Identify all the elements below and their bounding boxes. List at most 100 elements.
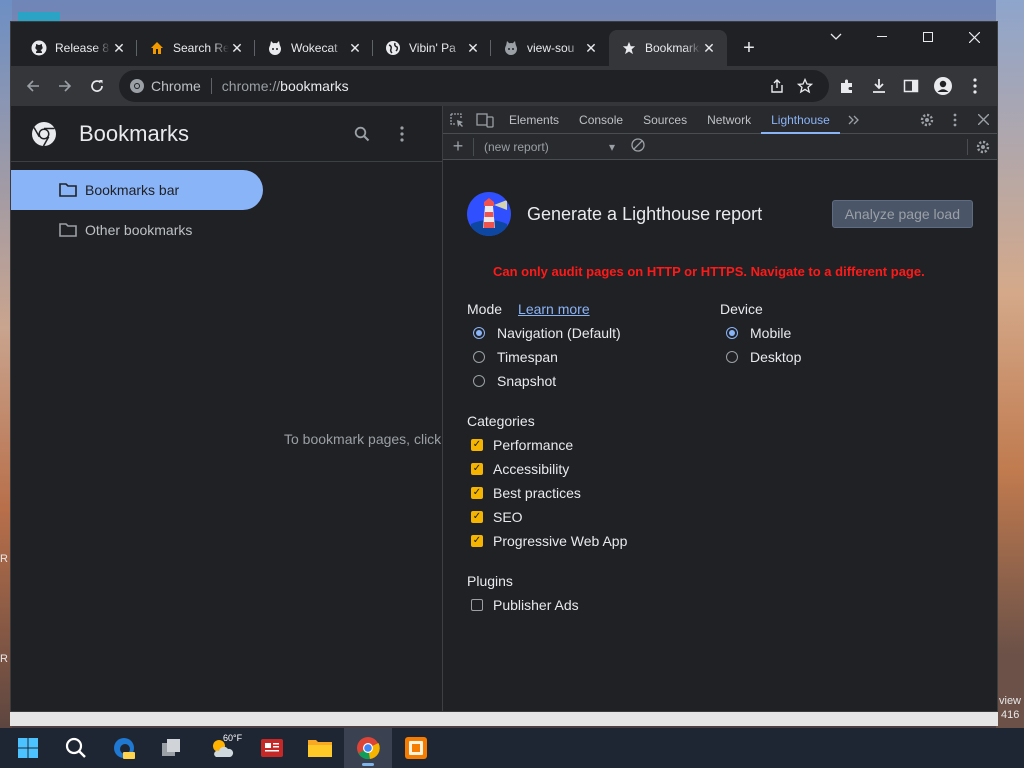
tab-search[interactable]: Search Re ✕ <box>137 30 255 66</box>
file-explorer-icon[interactable] <box>296 728 344 768</box>
category-performance[interactable]: ✓ Performance <box>467 433 973 457</box>
settings-gear-icon[interactable] <box>913 106 941 134</box>
weather-widget[interactable]: 60°F <box>196 728 248 768</box>
device-option-desktop[interactable]: Desktop <box>720 345 973 369</box>
tab-network[interactable]: Network <box>697 106 761 134</box>
category-pwa[interactable]: ✓ Progressive Web App <box>467 529 973 553</box>
categories-label: Categories <box>467 413 535 429</box>
site-chip[interactable]: Chrome <box>129 78 212 94</box>
device-section: Device Mobile Desktop <box>720 297 973 393</box>
plugins-section: Plugins Publisher Ads <box>467 569 973 617</box>
tab-bookmarks[interactable]: Bookmarks ✕ <box>609 30 727 66</box>
report-select[interactable]: (new report) ▾ <box>473 137 623 156</box>
taskbar-search-icon[interactable] <box>52 728 100 768</box>
checkbox[interactable]: ✓ <box>471 511 483 523</box>
radio-button[interactable] <box>726 351 738 363</box>
close-icon[interactable]: ✕ <box>111 40 127 56</box>
start-button[interactable] <box>4 728 52 768</box>
devtools-menu-icon[interactable] <box>941 106 969 134</box>
close-icon[interactable]: ✕ <box>347 40 363 56</box>
bookmark-star-icon[interactable] <box>791 78 819 94</box>
learn-more-link[interactable]: Learn more <box>518 301 590 317</box>
cat-icon <box>503 40 519 56</box>
tab-sources[interactable]: Sources <box>633 106 697 134</box>
mode-label: Mode <box>467 301 503 317</box>
bookmarks-manager: Bookmarks Bookmarks bar Other bookmarks … <box>11 106 444 711</box>
tab-elements[interactable]: Elements <box>499 106 569 134</box>
minimize-button[interactable] <box>859 22 905 52</box>
chrome-taskbar-icon[interactable] <box>344 728 392 768</box>
clear-icon[interactable] <box>631 138 645 155</box>
checkbox[interactable]: ✓ <box>471 439 483 451</box>
close-icon[interactable]: ✕ <box>229 40 245 56</box>
analyze-page-load-button[interactable]: Analyze page load <box>831 200 973 228</box>
radio-button[interactable] <box>726 327 738 339</box>
tab-title: Wokecat <box>291 41 338 55</box>
desktop-text: view <box>999 695 1022 707</box>
inspect-element-icon[interactable] <box>443 106 471 134</box>
tab-view-source[interactable]: view-sou ✕ <box>491 30 609 66</box>
new-tab-button[interactable]: + <box>735 34 763 62</box>
device-label: Device <box>720 301 763 317</box>
extensions-icon[interactable] <box>831 70 863 102</box>
tab-release[interactable]: Release 8 ✕ <box>19 30 137 66</box>
globe-icon <box>385 40 401 56</box>
side-panel-icon[interactable] <box>895 70 927 102</box>
forward-button[interactable] <box>49 70 81 102</box>
new-report-plus-icon[interactable]: + <box>443 136 473 157</box>
radio-button[interactable] <box>473 375 485 387</box>
back-button[interactable] <box>17 70 49 102</box>
devtools-tabbar: Elements Console Sources Network Lightho… <box>443 106 997 134</box>
mode-section: Mode Learn more Navigation (Default) Time… <box>467 297 720 393</box>
horizontal-scrollbar[interactable] <box>10 712 998 726</box>
tab-console[interactable]: Console <box>569 106 633 134</box>
edge-beta-icon[interactable] <box>100 728 148 768</box>
mode-option-timespan[interactable]: Timespan <box>467 345 720 369</box>
profile-avatar-icon[interactable] <box>927 70 959 102</box>
radio-button[interactable] <box>473 327 485 339</box>
search-icon[interactable] <box>342 114 382 154</box>
reload-button[interactable] <box>81 70 113 102</box>
address-bar[interactable]: Chrome chrome://bookmarks <box>119 70 829 102</box>
checkbox[interactable]: ✓ <box>471 487 483 499</box>
tab-vibin[interactable]: Vibin' Pa ✕ <box>373 30 491 66</box>
github-icon <box>31 40 47 56</box>
close-devtools-icon[interactable] <box>969 106 997 134</box>
download-icon[interactable] <box>863 70 895 102</box>
checkbox[interactable] <box>471 599 483 611</box>
folder-bookmarks-bar[interactable]: Bookmarks bar <box>11 170 263 210</box>
close-icon[interactable]: ✕ <box>465 40 481 56</box>
plugin-publisher-ads[interactable]: Publisher Ads <box>467 593 973 617</box>
category-accessibility[interactable]: ✓ Accessibility <box>467 457 973 481</box>
checkbox[interactable]: ✓ <box>471 535 483 547</box>
tab-search-chevron-icon[interactable] <box>813 22 859 52</box>
radio-button[interactable] <box>473 351 485 363</box>
close-icon[interactable]: ✕ <box>701 40 717 56</box>
device-option-mobile[interactable]: Mobile <box>720 321 973 345</box>
checkbox[interactable]: ✓ <box>471 463 483 475</box>
mode-option-snapshot[interactable]: Snapshot <box>467 369 720 393</box>
lighthouse-settings-gear-icon[interactable] <box>967 138 997 155</box>
maximize-button[interactable] <box>905 22 951 52</box>
lighthouse-logo-icon <box>467 192 511 236</box>
more-menu-icon[interactable] <box>959 70 991 102</box>
cat-icon <box>267 40 283 56</box>
lighthouse-toolbar: + (new report) ▾ <box>443 134 997 160</box>
close-icon[interactable]: ✕ <box>583 40 599 56</box>
tab-wokecat[interactable]: Wokecat ✕ <box>255 30 373 66</box>
folder-other-bookmarks[interactable]: Other bookmarks <box>11 210 442 250</box>
more-vert-icon[interactable] <box>382 114 422 154</box>
device-toolbar-icon[interactable] <box>471 106 499 134</box>
category-best-practices[interactable]: ✓ Best practices <box>467 481 973 505</box>
app-frame-icon[interactable] <box>392 728 440 768</box>
task-view-icon[interactable] <box>148 728 196 768</box>
site-chip-label: Chrome <box>151 78 201 94</box>
mode-option-navigation[interactable]: Navigation (Default) <box>467 321 720 345</box>
share-icon[interactable] <box>763 78 791 94</box>
tab-lighthouse[interactable]: Lighthouse <box>761 106 840 134</box>
chrome-logo-icon <box>130 79 144 93</box>
more-tabs-chevron-icon[interactable] <box>840 106 868 134</box>
news-app-icon[interactable] <box>248 728 296 768</box>
category-seo[interactable]: ✓ SEO <box>467 505 973 529</box>
close-window-button[interactable] <box>951 22 997 52</box>
